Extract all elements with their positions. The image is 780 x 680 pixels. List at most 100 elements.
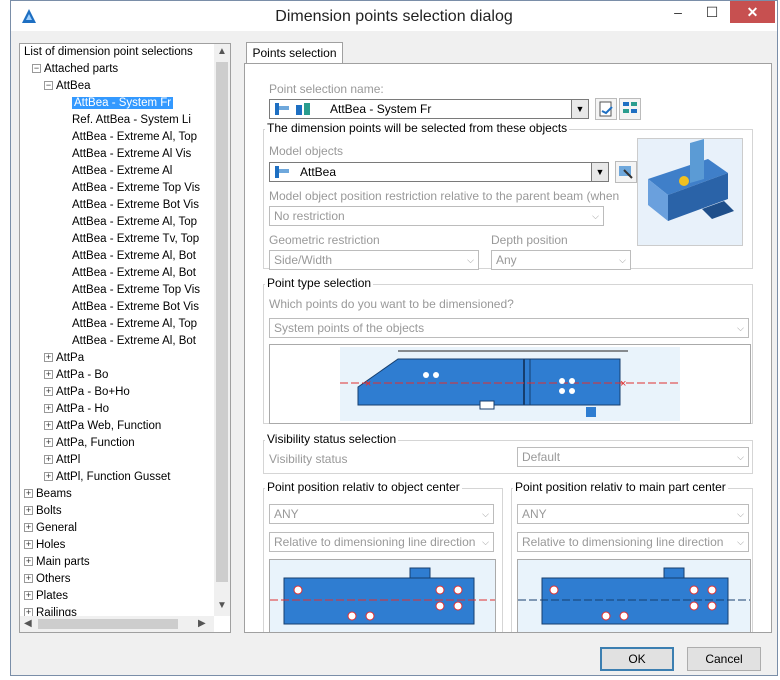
- object-center-direction-value: Relative to dimensioning line direction: [274, 535, 476, 549]
- tree-vertical-scrollbar[interactable]: ▲ ▼: [214, 44, 230, 616]
- expand-icon[interactable]: +: [44, 455, 53, 465]
- collapse-icon[interactable]: −: [32, 64, 41, 74]
- expand-icon[interactable]: +: [24, 608, 33, 616]
- scroll-left-icon[interactable]: ◀: [24, 618, 32, 629]
- restriction-value: No restriction: [274, 209, 345, 223]
- chevron-down-icon: ⌵: [737, 323, 744, 333]
- tree-horizontal-scrollbar[interactable]: ◀ ▶: [20, 616, 214, 632]
- model-objects-combo[interactable]: AttBea ▼: [269, 162, 609, 182]
- cancel-button[interactable]: Cancel: [687, 647, 761, 671]
- tree-item[interactable]: Ref. AttBea - System Li: [72, 112, 191, 129]
- restriction-label: Model object position restriction relati…: [269, 189, 620, 203]
- save-selection-button[interactable]: [595, 98, 617, 120]
- chevron-down-icon[interactable]: ▼: [571, 100, 588, 118]
- depth-position-value: Any: [496, 253, 517, 267]
- tree-item[interactable]: AttBea - Extreme Bot Vis: [72, 197, 199, 214]
- tree-item-label: List of dimension point selections: [24, 46, 193, 58]
- points-selection-panel: Point selection name: AttBea - System Fr…: [244, 63, 772, 633]
- expand-icon[interactable]: +: [24, 591, 33, 601]
- tree-item[interactable]: AttBea - System Fr: [72, 95, 174, 112]
- expand-icon[interactable]: +: [44, 438, 53, 448]
- tree-item[interactable]: AttBea - Extreme Top Vis: [72, 180, 200, 197]
- expand-icon[interactable]: +: [44, 421, 53, 431]
- tree-item[interactable]: + AttPa, Function: [44, 435, 135, 452]
- collapse-icon[interactable]: −: [44, 81, 53, 91]
- hscroll-thumb[interactable]: [38, 619, 178, 629]
- scroll-right-icon[interactable]: ▶: [198, 618, 206, 629]
- ok-button[interactable]: OK: [600, 647, 674, 671]
- maximize-button[interactable]: ☐: [695, 1, 729, 23]
- main-part-any-value: ANY: [522, 507, 547, 521]
- main-part-direction-combo[interactable]: Relative to dimensioning line direction …: [517, 532, 749, 552]
- tree-item[interactable]: AttBea - Extreme Bot Vis: [72, 299, 199, 316]
- tree-item[interactable]: − Attached parts: [32, 61, 118, 78]
- visibility-status-combo[interactable]: Default ⌵: [517, 447, 749, 467]
- expand-icon[interactable]: +: [24, 557, 33, 567]
- selection-tree[interactable]: List of dimension point selections − Attac…: [19, 43, 231, 633]
- depth-position-combo[interactable]: Any ⌵: [491, 250, 631, 270]
- tree-item-label: AttBea - Extreme Al, Bot: [72, 267, 196, 279]
- tree-item[interactable]: AttBea - Extreme Top Vis: [72, 282, 200, 299]
- object-center-any-combo[interactable]: ANY ⌵: [269, 504, 494, 524]
- geometric-restriction-combo[interactable]: Side/Width ⌵: [269, 250, 479, 270]
- expand-icon[interactable]: +: [24, 540, 33, 550]
- expand-icon[interactable]: +: [44, 353, 53, 363]
- tree-item[interactable]: + Others: [24, 571, 71, 588]
- tree-item[interactable]: + AttPl: [44, 452, 80, 469]
- chevron-down-icon: ⌵: [737, 509, 744, 519]
- tree-item[interactable]: AttBea - Extreme Al: [72, 163, 172, 180]
- tree-item[interactable]: AttBea - Extreme Al, Bot: [72, 333, 196, 350]
- tree-item-label: Bolts: [36, 505, 62, 517]
- tree-item[interactable]: + AttPa - Bo: [44, 367, 108, 384]
- expand-icon[interactable]: +: [24, 506, 33, 516]
- tree-item[interactable]: + AttPa - Ho: [44, 401, 109, 418]
- tree-item[interactable]: + Main parts: [24, 554, 90, 571]
- tree-item[interactable]: + Beams: [24, 486, 72, 503]
- point-selection-name-combo[interactable]: AttBea - System Fr ▼: [269, 99, 589, 119]
- edit-selection-button[interactable]: [619, 98, 641, 120]
- expand-icon[interactable]: +: [24, 489, 33, 499]
- tree-item[interactable]: + AttPa: [44, 350, 84, 367]
- point-type-combo[interactable]: System points of the objects ⌵: [269, 318, 749, 338]
- chevron-down-icon[interactable]: ▼: [591, 163, 608, 181]
- tree-item[interactable]: AttBea - Extreme Al, Top: [72, 129, 197, 146]
- expand-icon[interactable]: +: [24, 523, 33, 533]
- tree-item[interactable]: AttBea - Extreme Al, Top: [72, 214, 197, 231]
- tree-item[interactable]: − AttBea: [44, 78, 91, 95]
- select-model-objects-button[interactable]: [615, 161, 637, 183]
- tree-item[interactable]: + Holes: [24, 537, 65, 554]
- close-button[interactable]: ✕: [730, 1, 775, 23]
- expand-icon[interactable]: +: [44, 472, 53, 482]
- tab-points-selection[interactable]: Points selection: [246, 42, 343, 65]
- chevron-down-icon: ⌵: [482, 509, 489, 519]
- tree-item[interactable]: AttBea - Extreme Al Vis: [72, 146, 191, 163]
- expand-icon[interactable]: +: [44, 370, 53, 380]
- expand-icon[interactable]: +: [44, 404, 53, 414]
- expand-icon[interactable]: +: [44, 387, 53, 397]
- chevron-down-icon: ⌵: [467, 255, 474, 265]
- expand-icon[interactable]: +: [24, 574, 33, 584]
- tree-item-label: AttBea - System Fr: [72, 97, 174, 109]
- object-center-direction-combo[interactable]: Relative to dimensioning line direction …: [269, 532, 494, 552]
- tree-item[interactable]: AttBea - Extreme Al, Top: [72, 316, 197, 333]
- scroll-up-icon[interactable]: ▲: [217, 46, 227, 57]
- tree-item[interactable]: + General: [24, 520, 77, 537]
- tree-item[interactable]: AttBea - Extreme Al, Bot: [72, 265, 196, 282]
- tree-item[interactable]: + AttPl, Function Gusset: [44, 469, 170, 486]
- svg-text:×: ×: [620, 378, 626, 390]
- point-selection-name-value: AttBea - System Fr: [330, 102, 432, 116]
- main-part-any-combo[interactable]: ANY ⌵: [517, 504, 749, 524]
- point-type-value: System points of the objects: [274, 321, 425, 335]
- tree-item[interactable]: + Railings: [24, 605, 77, 616]
- tree-item[interactable]: AttBea - Extreme Tv, Top: [72, 231, 199, 248]
- restriction-combo[interactable]: No restriction ⌵: [269, 206, 604, 226]
- tree-item[interactable]: AttBea - Extreme Al, Bot: [72, 248, 196, 265]
- minimize-button[interactable]: –: [661, 1, 695, 23]
- tree-item[interactable]: + Bolts: [24, 503, 62, 520]
- main-part-direction-value: Relative to dimensioning line direction: [522, 535, 724, 549]
- scroll-thumb[interactable]: [216, 62, 228, 582]
- scroll-down-icon[interactable]: ▼: [217, 600, 227, 611]
- tree-item[interactable]: + AttPa Web, Function: [44, 418, 161, 435]
- tree-item[interactable]: + Plates: [24, 588, 68, 605]
- tree-item[interactable]: + AttPa - Bo+Ho: [44, 384, 130, 401]
